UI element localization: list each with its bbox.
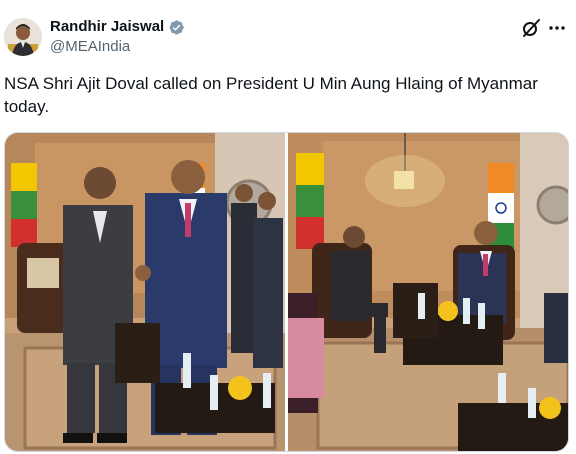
photo-handshake[interactable] (5, 133, 285, 451)
more-options-icon[interactable] (549, 25, 565, 31)
post-header: Randhir Jaiswal @MEAIndia (0, 0, 576, 64)
author-name-row[interactable]: Randhir Jaiswal (50, 18, 185, 36)
post-media (4, 132, 569, 452)
author-display-name[interactable]: Randhir Jaiswal (50, 18, 164, 36)
avatar[interactable] (4, 18, 42, 56)
verified-badge-icon (169, 19, 184, 35)
post-text: NSA Shri Ajit Doval called on President … (4, 74, 538, 116)
author-handle[interactable]: @MEAIndia (50, 38, 130, 56)
photo-meeting[interactable] (288, 133, 568, 451)
grok-icon[interactable] (521, 18, 541, 38)
